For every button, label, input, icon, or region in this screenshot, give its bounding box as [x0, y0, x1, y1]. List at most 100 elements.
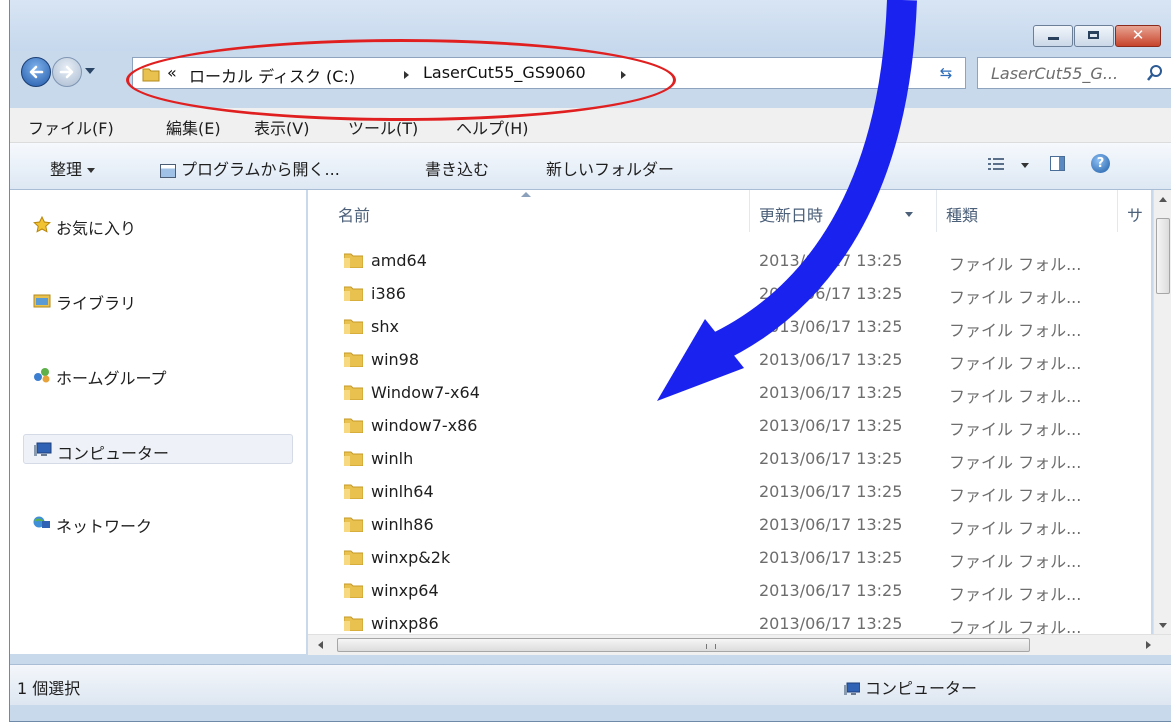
file-row[interactable]: winxp&2k 2013/06/17 13:25 ファイル フォル... [308, 542, 1151, 575]
new-folder-button[interactable]: 新しいフォルダー [546, 156, 674, 180]
file-date: 2013/06/17 13:25 [759, 383, 903, 402]
nav-homegroup[interactable]: ホームグループ [23, 360, 293, 390]
refresh-icon[interactable]: ⇆ [936, 63, 956, 83]
menu-edit[interactable]: 編集(E) [166, 115, 221, 139]
file-date: 2013/06/17 13:25 [759, 482, 903, 501]
address-overflow-marker[interactable]: « [167, 63, 177, 82]
column-header-date[interactable]: 更新日時 [750, 190, 936, 232]
column-header-size[interactable]: サ [1118, 190, 1151, 232]
file-name: win98 [371, 350, 420, 369]
close-button[interactable]: ✕ [1115, 25, 1161, 47]
column-header-name[interactable]: 名前 [308, 190, 748, 232]
file-name: winlh64 [371, 482, 434, 501]
search-icon[interactable] [1147, 64, 1163, 82]
column-header-type[interactable]: 種類 [937, 190, 1117, 232]
file-row[interactable]: Window7-x64 2013/06/17 13:25 ファイル フォル... [308, 377, 1151, 410]
folder-icon [344, 583, 363, 598]
file-row[interactable]: winxp64 2013/06/17 13:25 ファイル フォル... [308, 575, 1151, 608]
open-with-button[interactable]: プログラムから開く... [160, 156, 340, 180]
scroll-up-icon[interactable] [1159, 197, 1167, 202]
menu-help[interactable]: ヘルプ(H) [456, 115, 529, 139]
folder-icon [344, 286, 363, 301]
organize-label: 整理 [50, 160, 83, 179]
close-icon: ✕ [1131, 26, 1145, 44]
menu-tools[interactable]: ツール(T) [348, 115, 418, 139]
scroll-down-icon[interactable] [1159, 623, 1167, 628]
organize-button[interactable]: 整理 [50, 156, 96, 180]
view-options-icon[interactable] [988, 157, 1004, 171]
file-name: Window7-x64 [371, 383, 480, 402]
vertical-scrollbar[interactable] [1153, 190, 1171, 634]
file-name: winxp&2k [371, 548, 451, 567]
address-separator-arrow-icon[interactable] [621, 71, 626, 79]
nav-computer-label: コンピューター [57, 444, 170, 463]
nav-computer[interactable]: コンピューター [23, 434, 293, 464]
menu-view[interactable]: 表示(V) [254, 115, 309, 139]
nav-favorites[interactable]: お気に入り [23, 210, 293, 240]
file-name: window7-x86 [371, 416, 478, 435]
folder-icon [344, 484, 363, 499]
file-row[interactable]: i386 2013/06/17 13:25 ファイル フォル... [308, 278, 1151, 311]
file-row[interactable]: winlh86 2013/06/17 13:25 ファイル フォル... [308, 509, 1151, 542]
nav-libraries-label: ライブラリ [56, 294, 137, 313]
nav-favorites-label: お気に入り [56, 219, 137, 238]
address-segment-folder[interactable]: LaserCut55_GS9060 [423, 63, 586, 82]
status-location-label: コンピューター [865, 679, 978, 698]
menu-file[interactable]: ファイル(F) [28, 115, 114, 139]
file-row[interactable]: window7-x86 2013/06/17 13:25 ファイル フォル... [308, 410, 1151, 443]
scroll-left-icon[interactable] [318, 641, 323, 649]
file-date: 2013/06/17 13:25 [759, 614, 903, 633]
address-separator-arrow-icon[interactable] [404, 71, 409, 79]
scroll-right-icon[interactable] [1146, 641, 1151, 649]
file-row[interactable]: amd64 2013/06/17 13:25 ファイル フォル... [308, 245, 1151, 278]
recent-pages-dropdown[interactable] [85, 68, 95, 74]
caption-buttons: ✕ [1032, 25, 1161, 47]
file-row[interactable]: win98 2013/06/17 13:25 ファイル フォル... [308, 344, 1151, 377]
file-name: winlh [371, 449, 414, 468]
address-bar[interactable]: « ローカル ディスク (C:) LaserCut55_GS9060 ⇆ [132, 57, 966, 89]
search-placeholder: LaserCut55_G... [991, 64, 1119, 83]
file-type: ファイル フォル... [949, 354, 1082, 373]
vertical-scroll-thumb[interactable] [1156, 218, 1170, 294]
horizontal-scrollbar[interactable] [308, 634, 1171, 655]
status-location: コンピューター [844, 675, 977, 699]
file-name: winxp64 [371, 581, 439, 600]
file-date: 2013/06/17 13:25 [759, 449, 903, 468]
search-box[interactable]: LaserCut55_G... [977, 57, 1171, 89]
grip-icon [706, 644, 716, 649]
back-arrow-icon [29, 65, 44, 79]
file-row[interactable]: shx 2013/06/17 13:25 ファイル フォル... [308, 311, 1151, 344]
view-dropdown-icon[interactable] [1021, 163, 1029, 168]
file-row[interactable]: winlh64 2013/06/17 13:25 ファイル フォル... [308, 476, 1151, 509]
nav-libraries[interactable]: ライブラリ [23, 285, 293, 315]
file-type: ファイル フォル... [949, 255, 1082, 274]
file-type: ファイル フォル... [949, 519, 1082, 538]
file-list: 名前 更新日時 種類 サ amd64 2013/06/17 13:25 ファイル フ… [308, 190, 1151, 637]
column-filter-dropdown-icon[interactable] [905, 212, 913, 217]
file-row[interactable]: winlh 2013/06/17 13:25 ファイル フォル... [308, 443, 1151, 476]
horizontal-scroll-thumb[interactable] [337, 638, 1030, 652]
file-date: 2013/06/17 13:25 [759, 251, 903, 270]
column-name-label: 名前 [338, 206, 371, 225]
preview-pane-icon[interactable] [1050, 156, 1065, 171]
maximize-button[interactable] [1074, 25, 1114, 47]
folder-icon [344, 418, 363, 433]
folder-icon [344, 253, 363, 268]
column-date-label: 更新日時 [759, 206, 824, 225]
burn-button[interactable]: 書き込む [425, 156, 489, 180]
minimize-button[interactable] [1033, 25, 1073, 47]
star-icon [33, 216, 51, 233]
nav-network[interactable]: ネットワーク [23, 508, 293, 538]
forward-button[interactable] [52, 57, 82, 87]
address-segment-local-disk[interactable]: ローカル ディスク (C:) [189, 63, 355, 87]
title-bar[interactable]: ✕ [10, 0, 1171, 51]
file-name: i386 [371, 284, 406, 303]
sort-ascending-icon [521, 192, 531, 197]
file-date: 2013/06/17 13:25 [759, 317, 903, 336]
maximize-icon [1088, 31, 1099, 39]
help-icon[interactable]: ? [1091, 154, 1110, 173]
column-type-label: 種類 [946, 206, 979, 225]
back-button[interactable] [21, 57, 51, 87]
folder-icon [142, 68, 160, 82]
program-icon [160, 163, 176, 178]
